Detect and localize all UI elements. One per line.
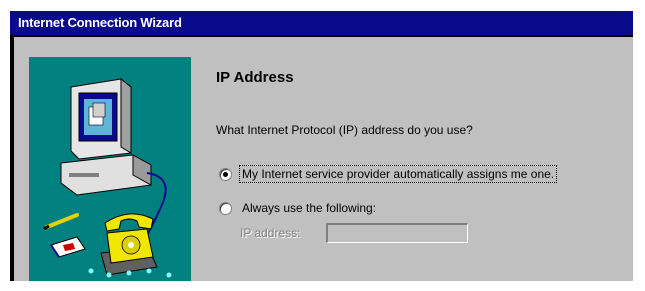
option-auto-assign[interactable]: My Internet service provider automatical… bbox=[219, 165, 558, 183]
pencil-icon bbox=[43, 213, 79, 231]
window-title: Internet Connection Wizard bbox=[18, 15, 182, 30]
wizard-illustration bbox=[29, 57, 191, 281]
computer-icon bbox=[60, 77, 167, 236]
option-auto-assign-label[interactable]: My Internet service provider automatical… bbox=[238, 165, 558, 183]
telephone-icon bbox=[100, 213, 158, 276]
wizard-window: Internet Connection Wizard IP Address Wh… bbox=[10, 11, 633, 281]
ip-address-row: IP address: bbox=[240, 222, 468, 244]
ip-address-input[interactable] bbox=[326, 223, 468, 243]
question-text: What Internet Protocol (IP) address do y… bbox=[216, 123, 473, 137]
option-use-following[interactable]: Always use the following: bbox=[219, 199, 378, 217]
page-title: IP Address bbox=[216, 69, 294, 86]
wizard-body: IP Address What Internet Protocol (IP) a… bbox=[14, 37, 633, 281]
title-bar[interactable]: Internet Connection Wizard bbox=[10, 11, 633, 35]
envelope-icon bbox=[50, 236, 86, 258]
option-use-following-label[interactable]: Always use the following: bbox=[240, 200, 378, 216]
radio-auto-assign[interactable] bbox=[219, 167, 232, 181]
ip-address-label: IP address: bbox=[240, 226, 301, 240]
illustration-svg bbox=[43, 77, 172, 278]
radio-use-following[interactable] bbox=[219, 201, 232, 215]
